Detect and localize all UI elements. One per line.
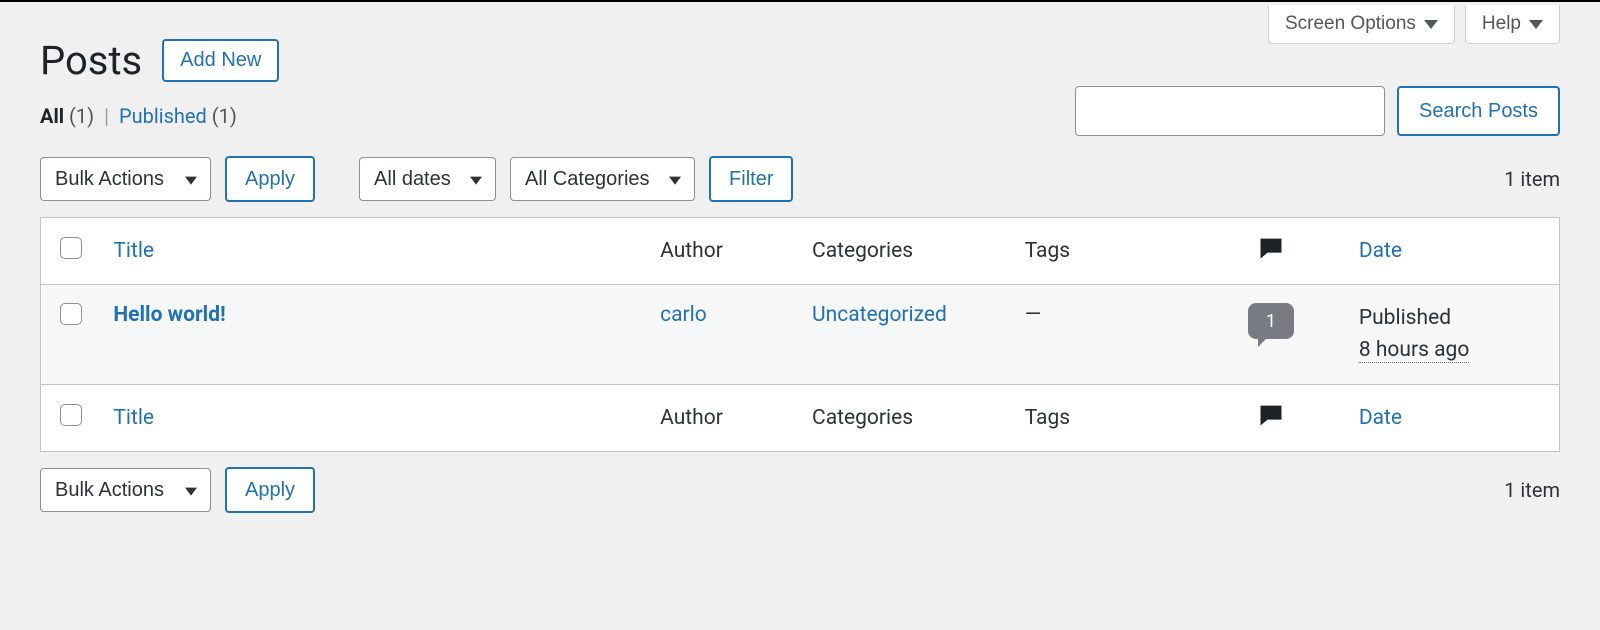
column-title[interactable]: Title — [113, 239, 154, 263]
filter-button[interactable]: Filter — [709, 156, 793, 202]
search-input[interactable] — [1075, 86, 1385, 136]
caret-down-icon — [1424, 20, 1438, 29]
page-title: Posts — [40, 37, 142, 84]
column-categories: Categories — [800, 218, 1013, 285]
search-posts-button[interactable]: Search Posts — [1397, 86, 1560, 136]
column-categories-footer: Categories — [800, 385, 1013, 452]
filter-published-link[interactable]: Published (1) — [119, 104, 237, 128]
bulk-actions-select-wrap: Bulk Actions — [40, 157, 211, 201]
comment-count-badge[interactable]: 1 — [1248, 303, 1294, 339]
column-tags-footer: Tags — [1013, 385, 1195, 452]
category-filter-select-wrap: All Categories — [510, 157, 695, 201]
column-title-footer[interactable]: Title — [113, 406, 154, 430]
column-author: Author — [648, 218, 800, 285]
column-author-footer: Author — [648, 385, 800, 452]
column-date-footer[interactable]: Date — [1359, 406, 1402, 430]
add-new-button[interactable]: Add New — [162, 39, 279, 82]
post-tags: — — [1013, 285, 1195, 385]
select-all-checkbox[interactable] — [60, 237, 82, 259]
category-filter-select[interactable]: All Categories — [510, 157, 695, 201]
date-filter-select[interactable]: All dates — [359, 157, 496, 201]
bulk-actions-select[interactable]: Bulk Actions — [40, 157, 211, 201]
apply-button-bottom[interactable]: Apply — [225, 467, 315, 513]
bulk-actions-select-bottom[interactable]: Bulk Actions — [40, 468, 211, 512]
apply-button[interactable]: Apply — [225, 156, 315, 202]
column-date[interactable]: Date — [1359, 239, 1402, 263]
row-checkbox[interactable] — [60, 303, 82, 325]
screen-options-button[interactable]: Screen Options — [1268, 5, 1455, 44]
bulk-actions-select-wrap-bottom: Bulk Actions — [40, 468, 211, 512]
date-filter-select-wrap: All dates — [359, 157, 496, 201]
table-row: Hello world! carlo Uncategorized — 1 Pub… — [41, 285, 1560, 385]
posts-table: Title Author Categories Tags Date Hello … — [40, 217, 1560, 452]
post-category-link[interactable]: Uncategorized — [812, 303, 947, 327]
post-author-link[interactable]: carlo — [660, 303, 707, 327]
item-count: 1 item — [1504, 167, 1560, 191]
screen-options-label: Screen Options — [1285, 13, 1416, 35]
item-count-bottom: 1 item — [1504, 478, 1560, 502]
post-date: Published 8 hours ago — [1359, 303, 1547, 366]
comments-icon — [1256, 401, 1286, 435]
caret-down-icon — [1529, 20, 1543, 29]
column-tags: Tags — [1013, 218, 1195, 285]
comments-icon — [1256, 234, 1286, 268]
help-label: Help — [1482, 13, 1521, 35]
post-title-link[interactable]: Hello world! — [113, 303, 225, 327]
separator: | — [104, 104, 109, 128]
filter-all-link[interactable]: All (1) — [40, 104, 94, 128]
select-all-checkbox-footer[interactable] — [60, 404, 82, 426]
help-button[interactable]: Help — [1465, 5, 1560, 44]
